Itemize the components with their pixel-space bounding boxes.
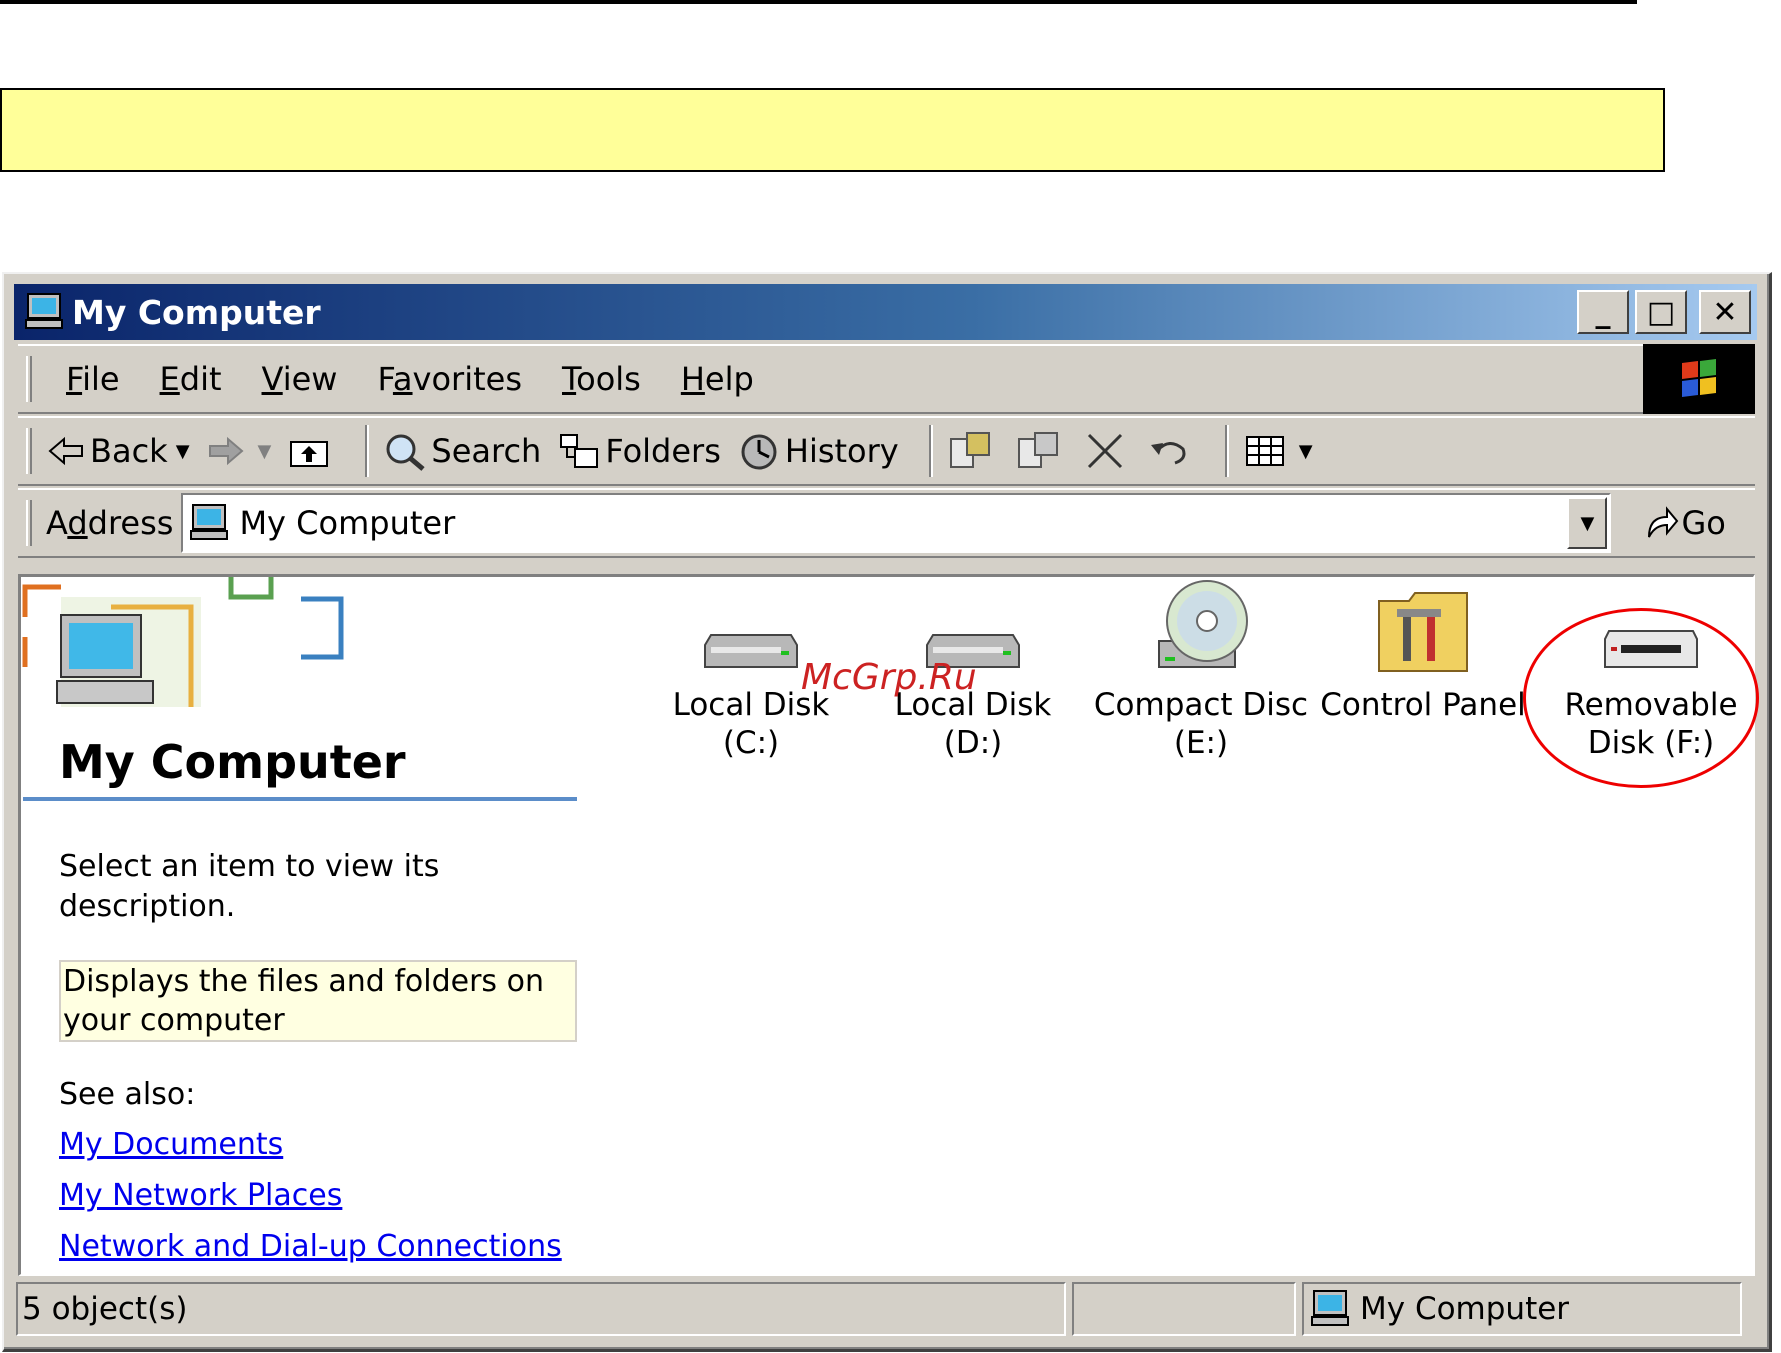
back-label: Back bbox=[90, 432, 168, 470]
standard-toolbar: Back ▼ ▼ Search Folders History ▼ bbox=[18, 416, 1755, 486]
my-computer-icon bbox=[1311, 1290, 1349, 1326]
folders-label: Folders bbox=[605, 432, 721, 470]
minimize-icon: _ bbox=[1595, 294, 1611, 330]
forward-arrow-icon bbox=[208, 436, 244, 466]
window-title: My Computer bbox=[72, 292, 321, 332]
back-arrow-icon bbox=[48, 436, 83, 466]
history-label: History bbox=[784, 432, 899, 470]
item-compact-disc-e[interactable]: Compact Disc (E:) bbox=[1091, 577, 1311, 762]
status-bar: 5 object(s) My Computer bbox=[16, 1282, 1755, 1340]
yellow-banner bbox=[0, 88, 1665, 172]
status-blank bbox=[1072, 1282, 1296, 1336]
item-label: Control Panel bbox=[1320, 687, 1526, 723]
delete-button[interactable] bbox=[1083, 429, 1131, 473]
back-dropdown-icon[interactable]: ▼ bbox=[176, 441, 190, 462]
undo-icon bbox=[1150, 442, 1186, 465]
maximize-button[interactable]: □ bbox=[1635, 290, 1687, 334]
menu-view[interactable]: View bbox=[262, 360, 338, 398]
watermark-text: McGrp.Ru bbox=[801, 657, 977, 698]
go-arrow-icon bbox=[1648, 506, 1679, 538]
menu-favorites[interactable]: Favorites bbox=[377, 360, 522, 398]
cd-drive-icon bbox=[1158, 580, 1248, 668]
views-icon bbox=[1245, 436, 1284, 466]
highlight-circle bbox=[1523, 608, 1759, 788]
sidebar-description: Select an item to view its description. bbox=[59, 849, 440, 924]
toolbar-separator bbox=[1224, 425, 1229, 477]
undo-button[interactable] bbox=[1147, 431, 1195, 471]
address-dropdown-button[interactable]: ▼ bbox=[1567, 497, 1608, 549]
address-bar: Address My Computer ▼ Go bbox=[18, 488, 1755, 558]
address-value: My Computer bbox=[239, 504, 456, 542]
sidebar-divider bbox=[23, 797, 577, 801]
menu-grip[interactable] bbox=[26, 356, 32, 402]
status-objects: 5 object(s) bbox=[16, 1282, 1066, 1336]
back-button[interactable]: Back ▼ bbox=[46, 432, 190, 470]
close-button[interactable]: ✕ bbox=[1699, 290, 1751, 334]
minimize-button[interactable]: _ bbox=[1577, 290, 1629, 334]
title-bar[interactable]: My Computer _ □ ✕ bbox=[14, 284, 1757, 340]
link-my-documents[interactable]: My Documents bbox=[59, 1127, 283, 1162]
address-label: Address bbox=[46, 504, 174, 542]
close-icon: ✕ bbox=[1712, 294, 1738, 330]
search-icon bbox=[386, 434, 425, 471]
go-button[interactable]: Go bbox=[1641, 503, 1726, 543]
my-computer-icon bbox=[25, 293, 63, 329]
chevron-down-icon: ▼ bbox=[1580, 512, 1595, 534]
infotip-box: Displays the files and folders on your c… bbox=[59, 960, 577, 1042]
move-to-icon bbox=[949, 432, 990, 468]
views-dropdown-icon[interactable]: ▼ bbox=[1299, 441, 1313, 462]
hard-disk-icon bbox=[704, 634, 798, 668]
toolbar-grip[interactable] bbox=[26, 428, 32, 474]
content-pane: My Computer Select an item to view its d… bbox=[18, 574, 1755, 1276]
windows-logo bbox=[1643, 344, 1755, 414]
sidebar-title: My Computer bbox=[59, 735, 406, 789]
folders-button[interactable]: Folders bbox=[557, 431, 721, 471]
copy-to-button[interactable] bbox=[1015, 429, 1067, 473]
forward-button[interactable]: ▼ bbox=[206, 434, 272, 468]
menu-tools[interactable]: Tools bbox=[562, 360, 641, 398]
up-folder-icon bbox=[290, 441, 329, 467]
address-input[interactable]: My Computer ▼ bbox=[181, 493, 1612, 553]
address-grip[interactable] bbox=[26, 500, 32, 546]
see-also-label: See also: bbox=[59, 1077, 196, 1112]
explorer-window: My Computer _ □ ✕ File Edit View Favorit… bbox=[2, 272, 1772, 1352]
search-label: Search bbox=[431, 432, 542, 470]
link-my-network-places[interactable]: My Network Places bbox=[59, 1178, 342, 1213]
copy-to-icon bbox=[1017, 432, 1058, 468]
item-control-panel[interactable]: Control Panel bbox=[1313, 587, 1533, 724]
top-rule bbox=[0, 0, 1637, 4]
maximize-icon: □ bbox=[1646, 294, 1676, 330]
go-label: Go bbox=[1681, 504, 1726, 542]
menu-help[interactable]: Help bbox=[681, 360, 754, 398]
menu-file[interactable]: File bbox=[66, 360, 120, 398]
delete-icon bbox=[1087, 433, 1122, 469]
status-location: My Computer bbox=[1302, 1282, 1742, 1336]
menu-bar: File Edit View Favorites Tools Help bbox=[18, 344, 1755, 414]
windows-flag-icon bbox=[1682, 359, 1716, 397]
link-network-dialup[interactable]: Network and Dial-up Connections bbox=[59, 1229, 562, 1264]
item-label: Compact Disc (E:) bbox=[1093, 687, 1309, 761]
views-button[interactable]: ▼ bbox=[1243, 431, 1313, 471]
toolbar-separator bbox=[928, 425, 933, 477]
my-computer-icon bbox=[190, 504, 229, 540]
forward-dropdown-icon[interactable]: ▼ bbox=[258, 441, 272, 462]
toolbar-separator bbox=[365, 425, 370, 477]
control-panel-icon bbox=[1378, 592, 1468, 672]
up-folder-button[interactable] bbox=[287, 432, 335, 470]
folders-icon bbox=[560, 434, 599, 468]
history-icon bbox=[741, 434, 777, 470]
menu-edit[interactable]: Edit bbox=[160, 360, 222, 398]
move-to-button[interactable] bbox=[947, 429, 999, 473]
history-button[interactable]: History bbox=[737, 431, 899, 471]
status-location-label: My Computer bbox=[1360, 1291, 1570, 1327]
search-button[interactable]: Search bbox=[383, 431, 541, 471]
banner-art bbox=[21, 577, 381, 727]
